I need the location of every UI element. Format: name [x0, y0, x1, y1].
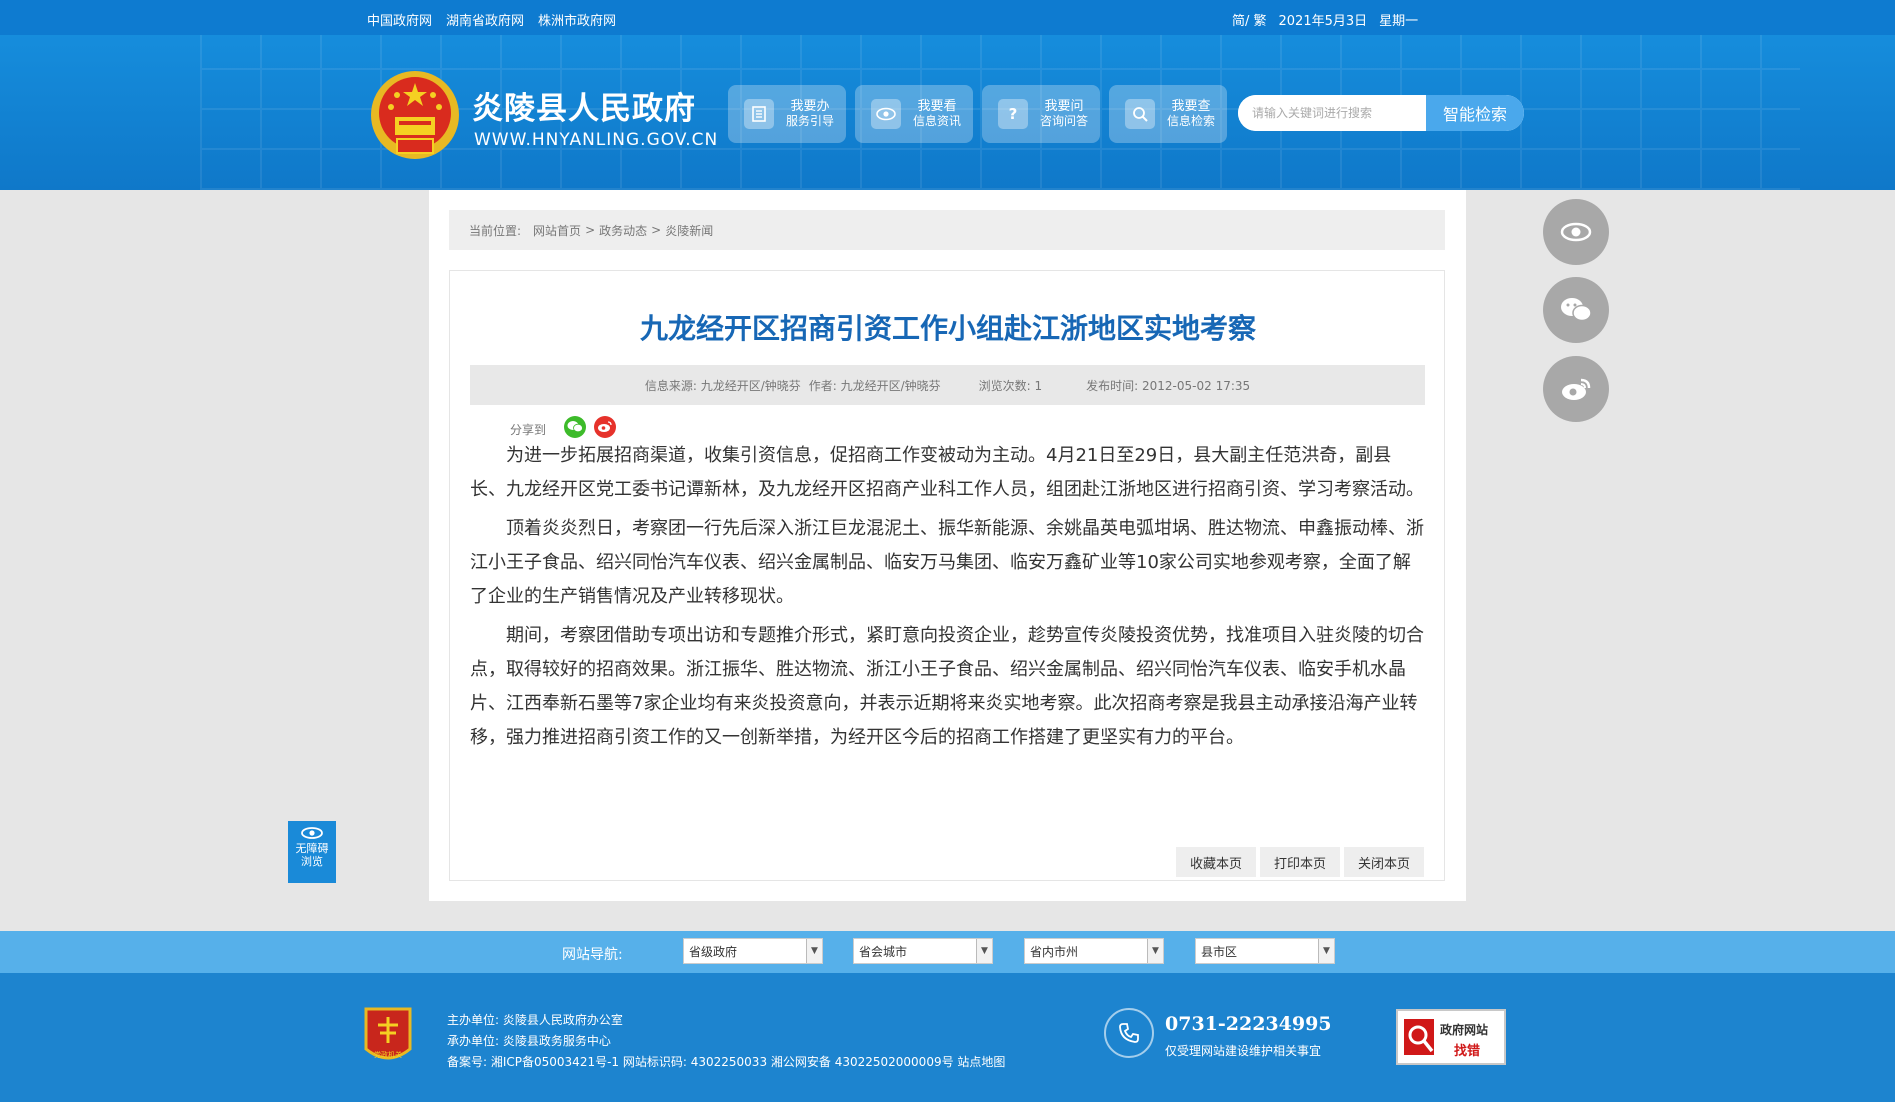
- article-paragraph: 期间，考察团借助专项出访和专题推介形式，紧盯意向投资企业，趁势宣传炎陵投资优势，…: [470, 625, 1424, 748]
- bookmark-page-button[interactable]: 收藏本页: [1175, 847, 1256, 877]
- nav-label-sub: 信息资讯: [913, 114, 962, 128]
- article-actions: 收藏本页 打印本页 关闭本页: [1175, 847, 1424, 877]
- chevron-down-icon: ▼: [806, 939, 822, 963]
- breadcrumb-label: 当前位置:: [469, 223, 522, 238]
- article-paragraph: 为进一步拓展招商渠道，收集引资信息，促招商工作变被动为主动。4月21日至29日，…: [470, 445, 1424, 500]
- breadcrumb-home[interactable]: 网站首页: [533, 222, 581, 239]
- article-body: 为进一步拓展招商渠道，收集引资信息，促招商工作变被动为主动。4月21日至29日，…: [470, 439, 1425, 760]
- nav-label-main: 我要办: [790, 99, 830, 114]
- share-label: 分享到: [510, 423, 547, 437]
- search-box: 智能检索: [1238, 95, 1524, 131]
- eye-icon: [1560, 222, 1592, 242]
- select-counties[interactable]: 县市区 ▼: [1195, 938, 1335, 964]
- select-province-cities[interactable]: 省内市州 ▼: [1024, 938, 1164, 964]
- article-panel: 九龙经开区招商引资工作小组赴江浙地区实地考察 信息来源: 九龙经开区/钟晓芬 作…: [449, 270, 1445, 881]
- float-view-button[interactable]: [1543, 199, 1609, 265]
- select-value: 县市区: [1201, 944, 1238, 959]
- wechat-icon: [1561, 298, 1592, 322]
- footer-nav: 网站导航: 省级政府 ▼ 省会城市 ▼ 省内市州 ▼ 县市区 ▼: [0, 931, 1895, 973]
- float-weibo-button[interactable]: [1543, 356, 1609, 422]
- chevron-down-icon: ▼: [976, 939, 992, 963]
- nav-info-search-button[interactable]: 我要查 信息检索: [1109, 85, 1227, 143]
- wechat-share-icon[interactable]: [564, 415, 587, 438]
- nav-info-news-button[interactable]: 我要看 信息资讯: [855, 85, 973, 143]
- select-value: 省级政府: [689, 944, 738, 959]
- select-value: 省内市州: [1030, 944, 1079, 959]
- accessibility-label-1: 无障碍: [295, 842, 329, 855]
- link-hunan-gov[interactable]: 湖南省政府网: [446, 10, 524, 29]
- nav-service-guide-button[interactable]: 我要办 服务引导: [728, 85, 846, 143]
- article-meta: 信息来源: 九龙经开区/钟晓芬 作者: 九龙经开区/钟晓芬 浏览次数: 1 发布…: [470, 365, 1425, 405]
- external-links: 中国政府网 湖南省政府网 株洲市政府网: [367, 10, 616, 29]
- article-paragraph: 顶着炎炎烈日，考察团一行先后深入浙江巨龙混泥土、振华新能源、余姚晶英电弧坩埚、胜…: [470, 518, 1424, 607]
- nav-label-main: 我要问: [1044, 99, 1084, 114]
- float-wechat-button[interactable]: [1543, 277, 1609, 343]
- phone-note: 仅受理网站建设维护相关事宜: [1165, 1044, 1322, 1058]
- date-text: 2021年5月3日: [1278, 14, 1368, 29]
- site-header: 炎陵县人民政府 WWW.HNYANLING.GOV.CN 我要办 服务引导 我要看…: [0, 35, 1895, 190]
- meta-published: 发布时间: 2012-05-02 17:35: [1086, 378, 1251, 393]
- document-icon: [744, 99, 774, 129]
- site-name: 炎陵县人民政府: [472, 91, 696, 127]
- nav-label-sub: 服务引导: [786, 114, 835, 128]
- meta-views: 浏览次数: 1: [978, 378, 1043, 393]
- topbar-right: 简/ 繁 2021年5月3日 星期一: [1232, 10, 1418, 29]
- service-phone: 0731-22234995: [1165, 1013, 1332, 1035]
- breadcrumb: 当前位置: 网站首页 > 政务动态 > 炎陵新闻: [449, 210, 1445, 250]
- party-gov-badge-icon[interactable]: 党政机关: [362, 1005, 414, 1067]
- nav-label-main: 我要查: [1171, 99, 1211, 114]
- share-bar: 分享到: [510, 415, 624, 438]
- close-page-button[interactable]: 关闭本页: [1343, 847, 1424, 877]
- chevron-down-icon: ▼: [1318, 939, 1334, 963]
- smart-search-button[interactable]: 智能检索: [1426, 95, 1524, 131]
- print-page-button[interactable]: 打印本页: [1259, 847, 1340, 877]
- footer-info: 主办单位: 炎陵县人民政府办公室 承办单位: 炎陵县政务服务中心 备案号: 湘I…: [447, 1010, 1005, 1073]
- accessibility-label-2: 浏览: [301, 855, 323, 868]
- phone-icon: [1104, 1008, 1154, 1058]
- footer-icp[interactable]: 备案号: 湘ICP备05003421号-1 网站标识码: 4302250033 …: [447, 1052, 1005, 1073]
- select-value: 省会城市: [859, 944, 908, 959]
- top-strip: 中国政府网 湖南省政府网 株洲市政府网 简/ 繁 2021年5月3日 星期一: [0, 0, 1895, 35]
- nav-label-sub: 信息检索: [1167, 114, 1216, 128]
- badge-text: 党政机关: [374, 1050, 402, 1059]
- footer-host: 主办单位: 炎陵县人民政府办公室: [447, 1013, 623, 1027]
- magnifier-icon: [1404, 1019, 1434, 1055]
- select-capital-cities[interactable]: 省会城市 ▼: [853, 938, 993, 964]
- footer-organizer: 承办单位: 炎陵县政务服务中心: [447, 1034, 611, 1048]
- site-url: WWW.HNYANLING.GOV.CN: [474, 130, 719, 150]
- question-icon: ?: [998, 99, 1028, 129]
- article-title: 九龙经开区招商引资工作小组赴江浙地区实地考察: [639, 312, 1256, 345]
- weibo-share-icon[interactable]: [594, 415, 617, 438]
- svg-text:?: ?: [1009, 105, 1018, 123]
- nav-label-sub: 咨询问答: [1040, 114, 1089, 128]
- select-province-gov[interactable]: 省级政府 ▼: [683, 938, 823, 964]
- search-input[interactable]: [1238, 95, 1426, 131]
- meta-source: 信息来源: 九龙经开区/钟晓芬: [644, 378, 801, 393]
- weekday-text: 星期一: [1379, 14, 1419, 29]
- eye-icon: [301, 827, 323, 839]
- search-icon: [1125, 99, 1155, 129]
- breadcrumb-current[interactable]: 炎陵新闻: [665, 222, 713, 239]
- link-zhuzhou-gov[interactable]: 株洲市政府网: [538, 10, 616, 29]
- nav-label-main: 我要看: [917, 99, 957, 114]
- national-emblem-icon: [371, 71, 459, 159]
- chevron-down-icon: ▼: [1147, 939, 1163, 963]
- meta-author: 作者: 九龙经开区/钟晓芬: [808, 378, 941, 393]
- gov-site-error-report-button[interactable]: 政府网站 找错: [1396, 1009, 1506, 1065]
- main-content: 当前位置: 网站首页 > 政务动态 > 炎陵新闻 九龙经开区招商引资工作小组赴江…: [429, 190, 1466, 901]
- lang-switch[interactable]: 简/ 繁: [1232, 10, 1267, 29]
- error-report-label-1: 政府网站: [1440, 1023, 1489, 1037]
- link-china-gov[interactable]: 中国政府网: [367, 10, 432, 29]
- footer-nav-label: 网站导航:: [562, 947, 623, 963]
- eye-icon: [871, 99, 901, 129]
- accessibility-button[interactable]: 无障碍 浏览: [288, 821, 336, 883]
- nav-consult-qa-button[interactable]: ? 我要问 咨询问答: [982, 85, 1100, 143]
- site-footer: 党政机关 主办单位: 炎陵县人民政府办公室 承办单位: 炎陵县政务服务中心 备案…: [0, 973, 1895, 1102]
- weibo-icon: [1562, 378, 1591, 400]
- error-report-label-2: 找错: [1454, 1044, 1481, 1059]
- breadcrumb-news[interactable]: 政务动态: [599, 222, 647, 239]
